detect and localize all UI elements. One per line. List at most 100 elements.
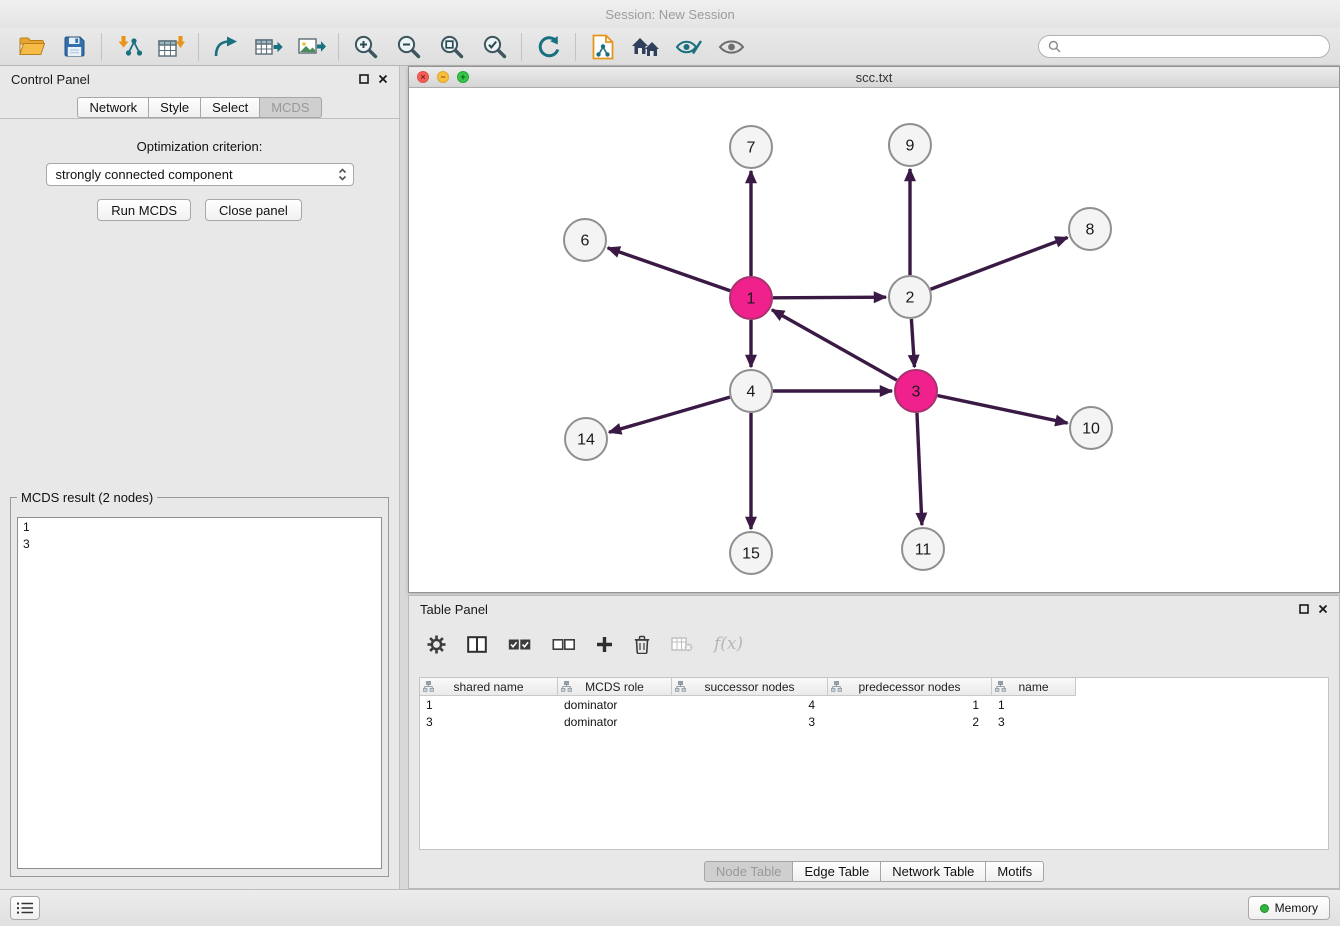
refresh-button[interactable] bbox=[527, 30, 570, 64]
snapshot-button[interactable] bbox=[581, 30, 624, 64]
network-canvas[interactable]: 7 9 6 8 1 2 4 3 14 10 15 11 bbox=[409, 88, 1339, 592]
table-tab-node-table[interactable]: Node Table bbox=[704, 861, 794, 882]
node-1[interactable]: 1 bbox=[730, 277, 772, 319]
delete-column-button[interactable] bbox=[634, 635, 650, 654]
table-settings-button[interactable] bbox=[427, 635, 446, 654]
task-history-button[interactable] bbox=[10, 896, 40, 920]
table-cell[interactable]: 4 bbox=[672, 696, 828, 713]
table-cell[interactable]: 3 bbox=[992, 713, 1076, 730]
column-header-predecessor-nodes[interactable]: predecessor nodes bbox=[828, 678, 992, 696]
create-column-button[interactable] bbox=[596, 636, 613, 653]
column-header-successor-nodes[interactable]: successor nodes bbox=[672, 678, 828, 696]
node-8[interactable]: 8 bbox=[1069, 208, 1111, 250]
node-11[interactable]: 11 bbox=[902, 528, 944, 570]
table-tab-edge-table[interactable]: Edge Table bbox=[793, 861, 881, 882]
node-10[interactable]: 10 bbox=[1070, 407, 1112, 449]
mcds-result-group: MCDS result (2 nodes) 13 bbox=[10, 490, 389, 877]
export-image-button[interactable] bbox=[290, 30, 333, 64]
show-columns-button[interactable] bbox=[467, 636, 487, 653]
table-cell[interactable]: 1 bbox=[420, 696, 558, 713]
close-panel-button[interactable]: Close panel bbox=[205, 199, 302, 221]
node-15[interactable]: 15 bbox=[730, 532, 772, 574]
table-cell[interactable]: 3 bbox=[420, 713, 558, 730]
column-header-shared-name[interactable]: shared name bbox=[420, 678, 558, 696]
zoom-window-icon[interactable]: + bbox=[457, 71, 469, 83]
unselect-all-icon bbox=[552, 638, 575, 651]
search-input[interactable] bbox=[1066, 40, 1320, 54]
node-14[interactable]: 14 bbox=[565, 418, 607, 460]
network-graph[interactable]: 7 9 6 8 1 2 4 3 14 10 15 11 bbox=[409, 88, 1339, 592]
node-6[interactable]: 6 bbox=[564, 219, 606, 261]
node-7[interactable]: 7 bbox=[730, 126, 772, 168]
node-9[interactable]: 9 bbox=[889, 124, 931, 166]
zoom-in-button[interactable] bbox=[344, 30, 387, 64]
table-row[interactable]: 3dominator323 bbox=[420, 713, 1076, 730]
svg-text:4: 4 bbox=[747, 384, 756, 401]
close-panel-icon[interactable] bbox=[1318, 604, 1328, 614]
zoom-fit-button[interactable] bbox=[430, 30, 473, 64]
window-title: Session: New Session bbox=[605, 7, 734, 22]
zoom-out-button[interactable] bbox=[387, 30, 430, 64]
edge-3-11[interactable] bbox=[917, 413, 922, 525]
tab-network[interactable]: Network bbox=[77, 97, 149, 118]
minimize-window-icon[interactable]: − bbox=[437, 71, 449, 83]
mcds-result-area[interactable]: 13 bbox=[17, 517, 382, 869]
search-box[interactable] bbox=[1038, 35, 1330, 58]
save-session-button[interactable] bbox=[53, 30, 96, 64]
float-panel-icon[interactable] bbox=[1299, 604, 1309, 614]
node-4[interactable]: 4 bbox=[730, 370, 772, 412]
delete-table-button[interactable] bbox=[671, 636, 693, 652]
edge-2-8[interactable] bbox=[931, 237, 1068, 289]
home-button[interactable] bbox=[624, 30, 667, 64]
table-cell[interactable]: 3 bbox=[672, 713, 828, 730]
column-label: predecessor nodes bbox=[858, 680, 960, 694]
import-table-icon bbox=[158, 35, 185, 58]
export-network-button[interactable] bbox=[204, 30, 247, 64]
graphics-details-button[interactable] bbox=[667, 30, 710, 64]
table-cell[interactable]: dominator bbox=[558, 696, 672, 713]
table-row[interactable]: 1dominator411 bbox=[420, 696, 1076, 713]
column-header-MCDS-role[interactable]: MCDS role bbox=[558, 678, 672, 696]
gear-icon bbox=[427, 635, 446, 654]
unselect-all-columns-button[interactable] bbox=[552, 638, 575, 651]
trash-icon bbox=[634, 635, 650, 654]
table-cell[interactable]: 1 bbox=[828, 696, 992, 713]
table-cell[interactable]: 2 bbox=[828, 713, 992, 730]
import-network-button[interactable] bbox=[107, 30, 150, 64]
tab-select[interactable]: Select bbox=[201, 97, 260, 118]
delete-table-icon bbox=[671, 636, 693, 652]
export-table-button[interactable] bbox=[247, 30, 290, 64]
network-window-titlebar[interactable]: × − + scc.txt bbox=[409, 67, 1339, 88]
float-panel-icon[interactable] bbox=[359, 74, 369, 84]
function-builder-button[interactable]: f(x) bbox=[714, 634, 743, 654]
tab-style[interactable]: Style bbox=[149, 97, 201, 118]
node-2[interactable]: 2 bbox=[889, 276, 931, 318]
table-tab-motifs[interactable]: Motifs bbox=[986, 861, 1044, 882]
export-table-icon bbox=[255, 35, 283, 58]
column-header-name[interactable]: name bbox=[992, 678, 1076, 696]
table-cell[interactable]: 1 bbox=[992, 696, 1076, 713]
zoom-selected-button[interactable] bbox=[473, 30, 516, 64]
edge-4-14[interactable] bbox=[609, 397, 730, 432]
edge-3-1[interactable] bbox=[772, 310, 897, 380]
run-mcds-button[interactable]: Run MCDS bbox=[97, 199, 191, 221]
memory-button[interactable]: Memory bbox=[1248, 896, 1330, 920]
edge-1-6[interactable] bbox=[608, 248, 731, 291]
node-3[interactable]: 3 bbox=[895, 370, 937, 412]
close-window-icon[interactable]: × bbox=[417, 71, 429, 83]
table-tab-network-table[interactable]: Network Table bbox=[881, 861, 986, 882]
tab-mcds[interactable]: MCDS bbox=[260, 97, 321, 118]
table-toolbar: f(x) bbox=[409, 622, 1339, 666]
edge-3-10[interactable] bbox=[938, 396, 1068, 423]
select-all-columns-button[interactable] bbox=[508, 638, 531, 651]
edge-1-2[interactable] bbox=[773, 297, 886, 298]
close-panel-icon[interactable] bbox=[378, 74, 388, 84]
import-table-button[interactable] bbox=[150, 30, 193, 64]
open-session-button[interactable] bbox=[10, 30, 53, 64]
memory-status-dot bbox=[1260, 904, 1269, 913]
attribute-tree-icon bbox=[995, 681, 1006, 695]
optimization-criterion-select[interactable]: strongly connected component bbox=[46, 163, 354, 186]
eye-button[interactable] bbox=[710, 30, 753, 64]
edge-2-3[interactable] bbox=[911, 319, 914, 367]
table-cell[interactable]: dominator bbox=[558, 713, 672, 730]
